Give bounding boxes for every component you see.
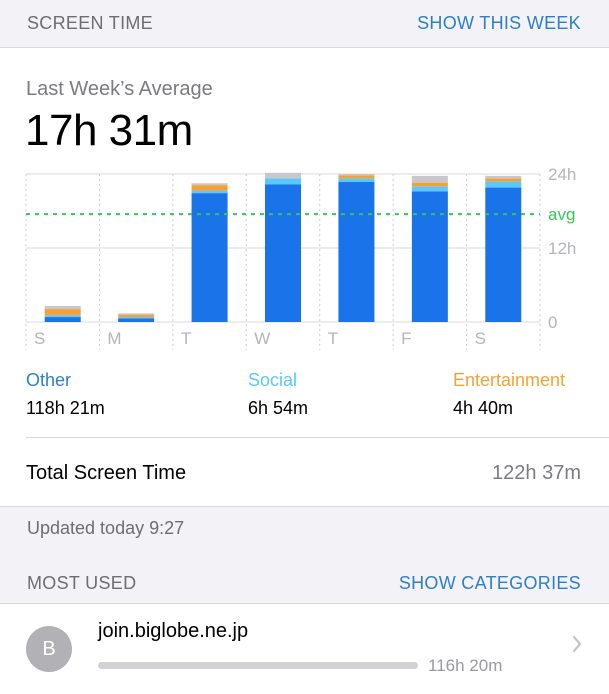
bar-other-gray-3 bbox=[265, 172, 301, 179]
bar-other-0 bbox=[44, 317, 81, 322]
x-tick-label: W bbox=[254, 329, 270, 348]
bar-other-6 bbox=[485, 187, 522, 322]
legend-social-label: Social bbox=[248, 370, 298, 390]
legend-other-label: Other bbox=[26, 370, 72, 390]
bar-entertainment-4 bbox=[338, 175, 375, 179]
y-tick-label: 24h bbox=[548, 166, 576, 184]
app-name: join.biglobe.ne.jp bbox=[98, 620, 249, 642]
weekly-usage-chart: 24h 12h 0 S M T W T F Savg bbox=[25, 166, 576, 350]
show-this-week-link[interactable]: SHOW THIS WEEK bbox=[417, 13, 581, 34]
y-tick-label: 0 bbox=[548, 313, 557, 332]
bar-social-4 bbox=[338, 178, 375, 183]
bar-other-5 bbox=[411, 191, 448, 322]
section-title: SCREEN TIME bbox=[27, 13, 153, 33]
most-used-title: MOST USED bbox=[27, 573, 137, 593]
legend-social-value: 6h 54m bbox=[248, 398, 309, 418]
bar-other-gray-2 bbox=[191, 183, 228, 186]
bar-social-5 bbox=[411, 186, 448, 192]
y-tick-label: 12h bbox=[548, 239, 576, 258]
average-label: Last Week’s Average bbox=[26, 78, 213, 100]
show-categories-link[interactable]: SHOW CATEGORIES bbox=[399, 573, 581, 594]
screen-time-header: SCREEN TIME SHOW THIS WEEK bbox=[0, 0, 609, 48]
legend-entertainment-label: Entertainment bbox=[453, 370, 566, 390]
x-tick-label: M bbox=[107, 329, 121, 348]
average-label: avg bbox=[548, 205, 575, 224]
bar-entertainment-5 bbox=[411, 182, 448, 187]
bar-other-gray-4 bbox=[338, 174, 375, 176]
bar-other-gray-1 bbox=[118, 313, 155, 315]
x-tick-label: S bbox=[34, 329, 45, 348]
updated-timestamp: Updated today 9:27 bbox=[27, 518, 185, 538]
legend-other-value: 118h 21m bbox=[26, 398, 105, 418]
bar-entertainment-6 bbox=[485, 178, 522, 182]
screen-time-card: Last Week’s Average 17h 31m 24h 12h 0 S M T W T… bbox=[0, 47, 609, 507]
app-row[interactable]: B join.biglobe.ne.jp 116h 20m bbox=[0, 603, 609, 694]
x-tick-label: F bbox=[401, 329, 411, 348]
bar-social-0 bbox=[44, 315, 81, 318]
divider bbox=[26, 437, 609, 438]
x-tick-label: S bbox=[475, 329, 486, 348]
legend-entertainment-value: 4h 40m bbox=[453, 398, 514, 418]
app-usage-bar bbox=[98, 662, 418, 669]
bar-other-1 bbox=[118, 318, 155, 322]
bar-entertainment-0 bbox=[44, 309, 81, 316]
bar-other-2 bbox=[191, 193, 228, 322]
total-screen-time-value: 122h 37m bbox=[492, 462, 581, 484]
total-screen-time-label: Total Screen Time bbox=[26, 462, 187, 484]
bar-social-1 bbox=[118, 317, 155, 319]
x-tick-label: T bbox=[181, 329, 191, 348]
bar-other-gray-6 bbox=[485, 175, 522, 179]
average-value: 17h 31m bbox=[25, 106, 193, 155]
bar-social-2 bbox=[191, 190, 228, 194]
x-tick-label: T bbox=[328, 329, 338, 348]
bar-entertainment-1 bbox=[118, 314, 155, 318]
bar-other-gray-5 bbox=[411, 175, 448, 183]
app-usage-time: 116h 20m bbox=[428, 656, 503, 675]
bar-other-4 bbox=[338, 182, 375, 322]
bar-social-3 bbox=[265, 178, 301, 185]
bar-social-6 bbox=[485, 181, 522, 188]
bar-entertainment-2 bbox=[191, 185, 228, 191]
app-avatar: B bbox=[26, 626, 72, 672]
most-used-header: MOST USED SHOW CATEGORIES bbox=[0, 560, 609, 608]
bar-other-3 bbox=[265, 184, 301, 322]
chevron-right-icon bbox=[572, 635, 582, 653]
bar-other-gray-0 bbox=[44, 305, 81, 310]
